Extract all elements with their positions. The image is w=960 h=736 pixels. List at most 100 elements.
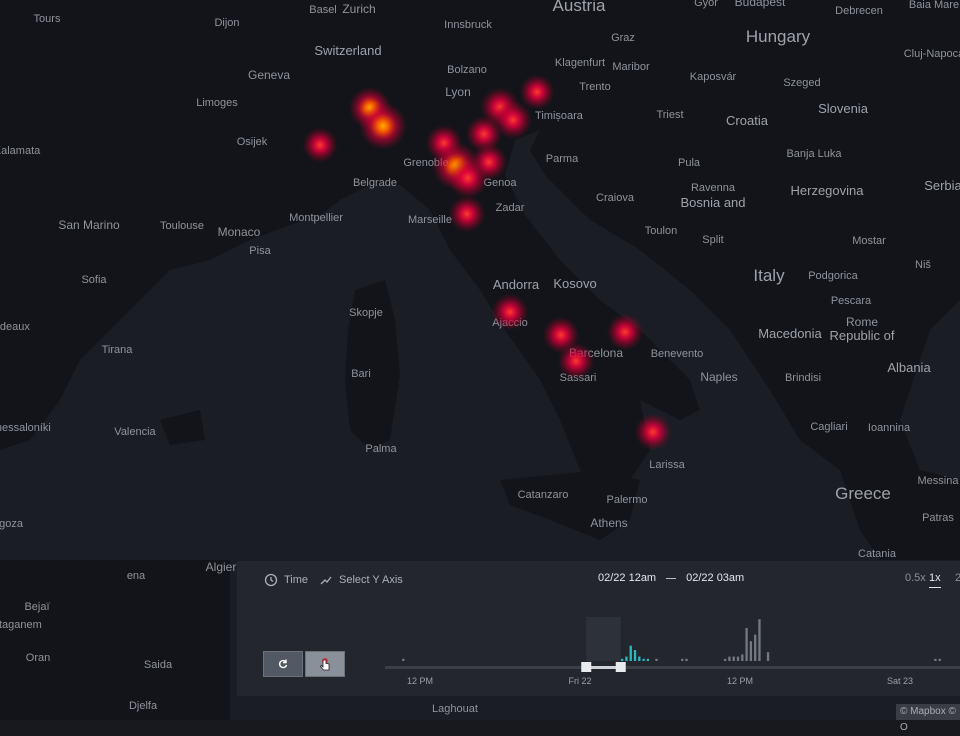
heatmap-point-ferrara [470, 143, 508, 181]
y-axis-label: Select Y Axis [339, 574, 403, 586]
histogram-bar [758, 619, 761, 661]
map-label: Klagenfurt [555, 57, 605, 69]
map-label: Ravenna [691, 182, 736, 194]
play-button[interactable] [305, 651, 345, 677]
heatmap-point-florence [448, 195, 486, 233]
clock-icon [264, 573, 278, 587]
map-label: Hungary [746, 27, 811, 46]
map-label: Belgrade [353, 177, 397, 189]
speed-2x[interactable]: 2 [955, 572, 960, 584]
map-label: Toulon [645, 225, 677, 237]
map-label: Thessaloníki [0, 422, 51, 434]
map-label: Saida [144, 659, 173, 671]
map-label: Croatia [726, 113, 769, 128]
map-label: Athens [590, 516, 627, 530]
map-label: Sofia [81, 274, 107, 286]
map-label: Dijon [214, 17, 239, 29]
line-chart-icon [320, 576, 332, 585]
histogram-bar [934, 658, 937, 661]
map-label: Pescara [831, 295, 872, 307]
map-label: Kalamata [0, 145, 41, 157]
range-handle-end[interactable] [615, 662, 626, 672]
map-label: Tours [34, 13, 61, 25]
map-label: Messina [918, 475, 960, 487]
histogram-bar [621, 658, 624, 661]
map-label: Catania [858, 548, 897, 560]
map-label: Marseille [408, 214, 452, 226]
hand-cursor-icon [319, 658, 330, 671]
map-label: Baia Mare [909, 0, 959, 11]
map-label: San Marino [58, 218, 120, 232]
reset-button[interactable] [263, 651, 303, 677]
map-label: Switzerland [314, 43, 381, 58]
range-end: 02/22 03am [686, 572, 745, 584]
speed-1x[interactable]: 1x [929, 572, 941, 588]
map-label: Podgorica [808, 270, 858, 282]
histogram-bar [749, 641, 753, 661]
map-label: Herzegovina [791, 183, 865, 198]
heatmap-point-udine [519, 74, 555, 110]
histogram-bar [642, 658, 645, 661]
timeline-ticks: 12 PM Fri 22 12 PM Sat 23 [407, 676, 913, 686]
y-axis-selector[interactable]: Select Y Axis [319, 573, 403, 587]
speed-0-5x[interactable]: 0.5x [905, 572, 926, 584]
map-label: Bolzano [447, 64, 487, 76]
timeline-histogram[interactable]: 12 PM Fri 22 12 PM Sat 23 [380, 605, 960, 690]
map-label: Kosovo [553, 276, 596, 291]
histogram-bar [938, 658, 941, 661]
selected-range [586, 666, 621, 669]
range-handle-start[interactable] [581, 662, 592, 672]
heatmap-point-foggia [606, 313, 644, 351]
map-label: Lyon [445, 85, 471, 99]
time-control[interactable]: Time [264, 573, 308, 587]
map-label: Serbia [924, 178, 960, 193]
histogram-bar [728, 656, 731, 661]
map-label: Albania [887, 360, 931, 375]
heatmap-point-cosenza [634, 413, 672, 451]
map-label: Italy [753, 266, 785, 285]
map-label: Bari [351, 368, 371, 380]
map-label: Graz [611, 32, 635, 44]
histogram-bar [633, 650, 637, 661]
map-label: Pisa [249, 245, 271, 257]
range-separator [666, 577, 677, 579]
histogram-bar [723, 658, 727, 661]
map-label: Laghouat [432, 703, 478, 715]
heatmap-point-milan-b [359, 102, 407, 150]
map-label: Valencia [114, 426, 156, 438]
map-label: Budapest [735, 0, 786, 9]
histogram-bar [741, 654, 744, 661]
map-label: Niš [915, 259, 931, 271]
map-label: Geneva [248, 68, 290, 82]
histogram-bar [732, 656, 735, 661]
map-label: Triest [656, 109, 683, 121]
reset-icon [278, 659, 288, 669]
histogram-bars [402, 619, 941, 661]
timeline-tick-label: 12 PM [727, 676, 753, 686]
map-attribution: © Mapbox © O [896, 704, 960, 733]
histogram-bar [629, 645, 632, 661]
map-label: Toulouse [160, 220, 204, 232]
range-start: 02/22 12am [598, 572, 657, 584]
map-label: Patras [922, 512, 954, 524]
map-label: Skopje [349, 307, 383, 319]
map-label: Naples [700, 370, 737, 384]
map-label: Pula [678, 157, 701, 169]
histogram-bar [625, 656, 628, 661]
map-label: Mostar [852, 235, 886, 247]
histogram-bar [685, 658, 688, 661]
map-label: Palermo [607, 494, 648, 506]
heatmap-point-naples [557, 342, 595, 380]
map-label: Macedonia [758, 326, 822, 341]
timeline-tick-label: Fri 22 [568, 676, 591, 686]
map-label: Slovenia [818, 101, 869, 116]
map-label: Greece [835, 484, 891, 503]
map-label: Banja Luka [786, 148, 842, 160]
histogram-bar [745, 628, 748, 661]
map-label: Trento [579, 81, 610, 93]
heatmap-point-rome [491, 293, 529, 331]
histogram-bar [766, 652, 770, 661]
map-label: Republic of [829, 328, 894, 343]
map-label: Szeged [783, 77, 820, 89]
histogram-bar [736, 656, 740, 661]
